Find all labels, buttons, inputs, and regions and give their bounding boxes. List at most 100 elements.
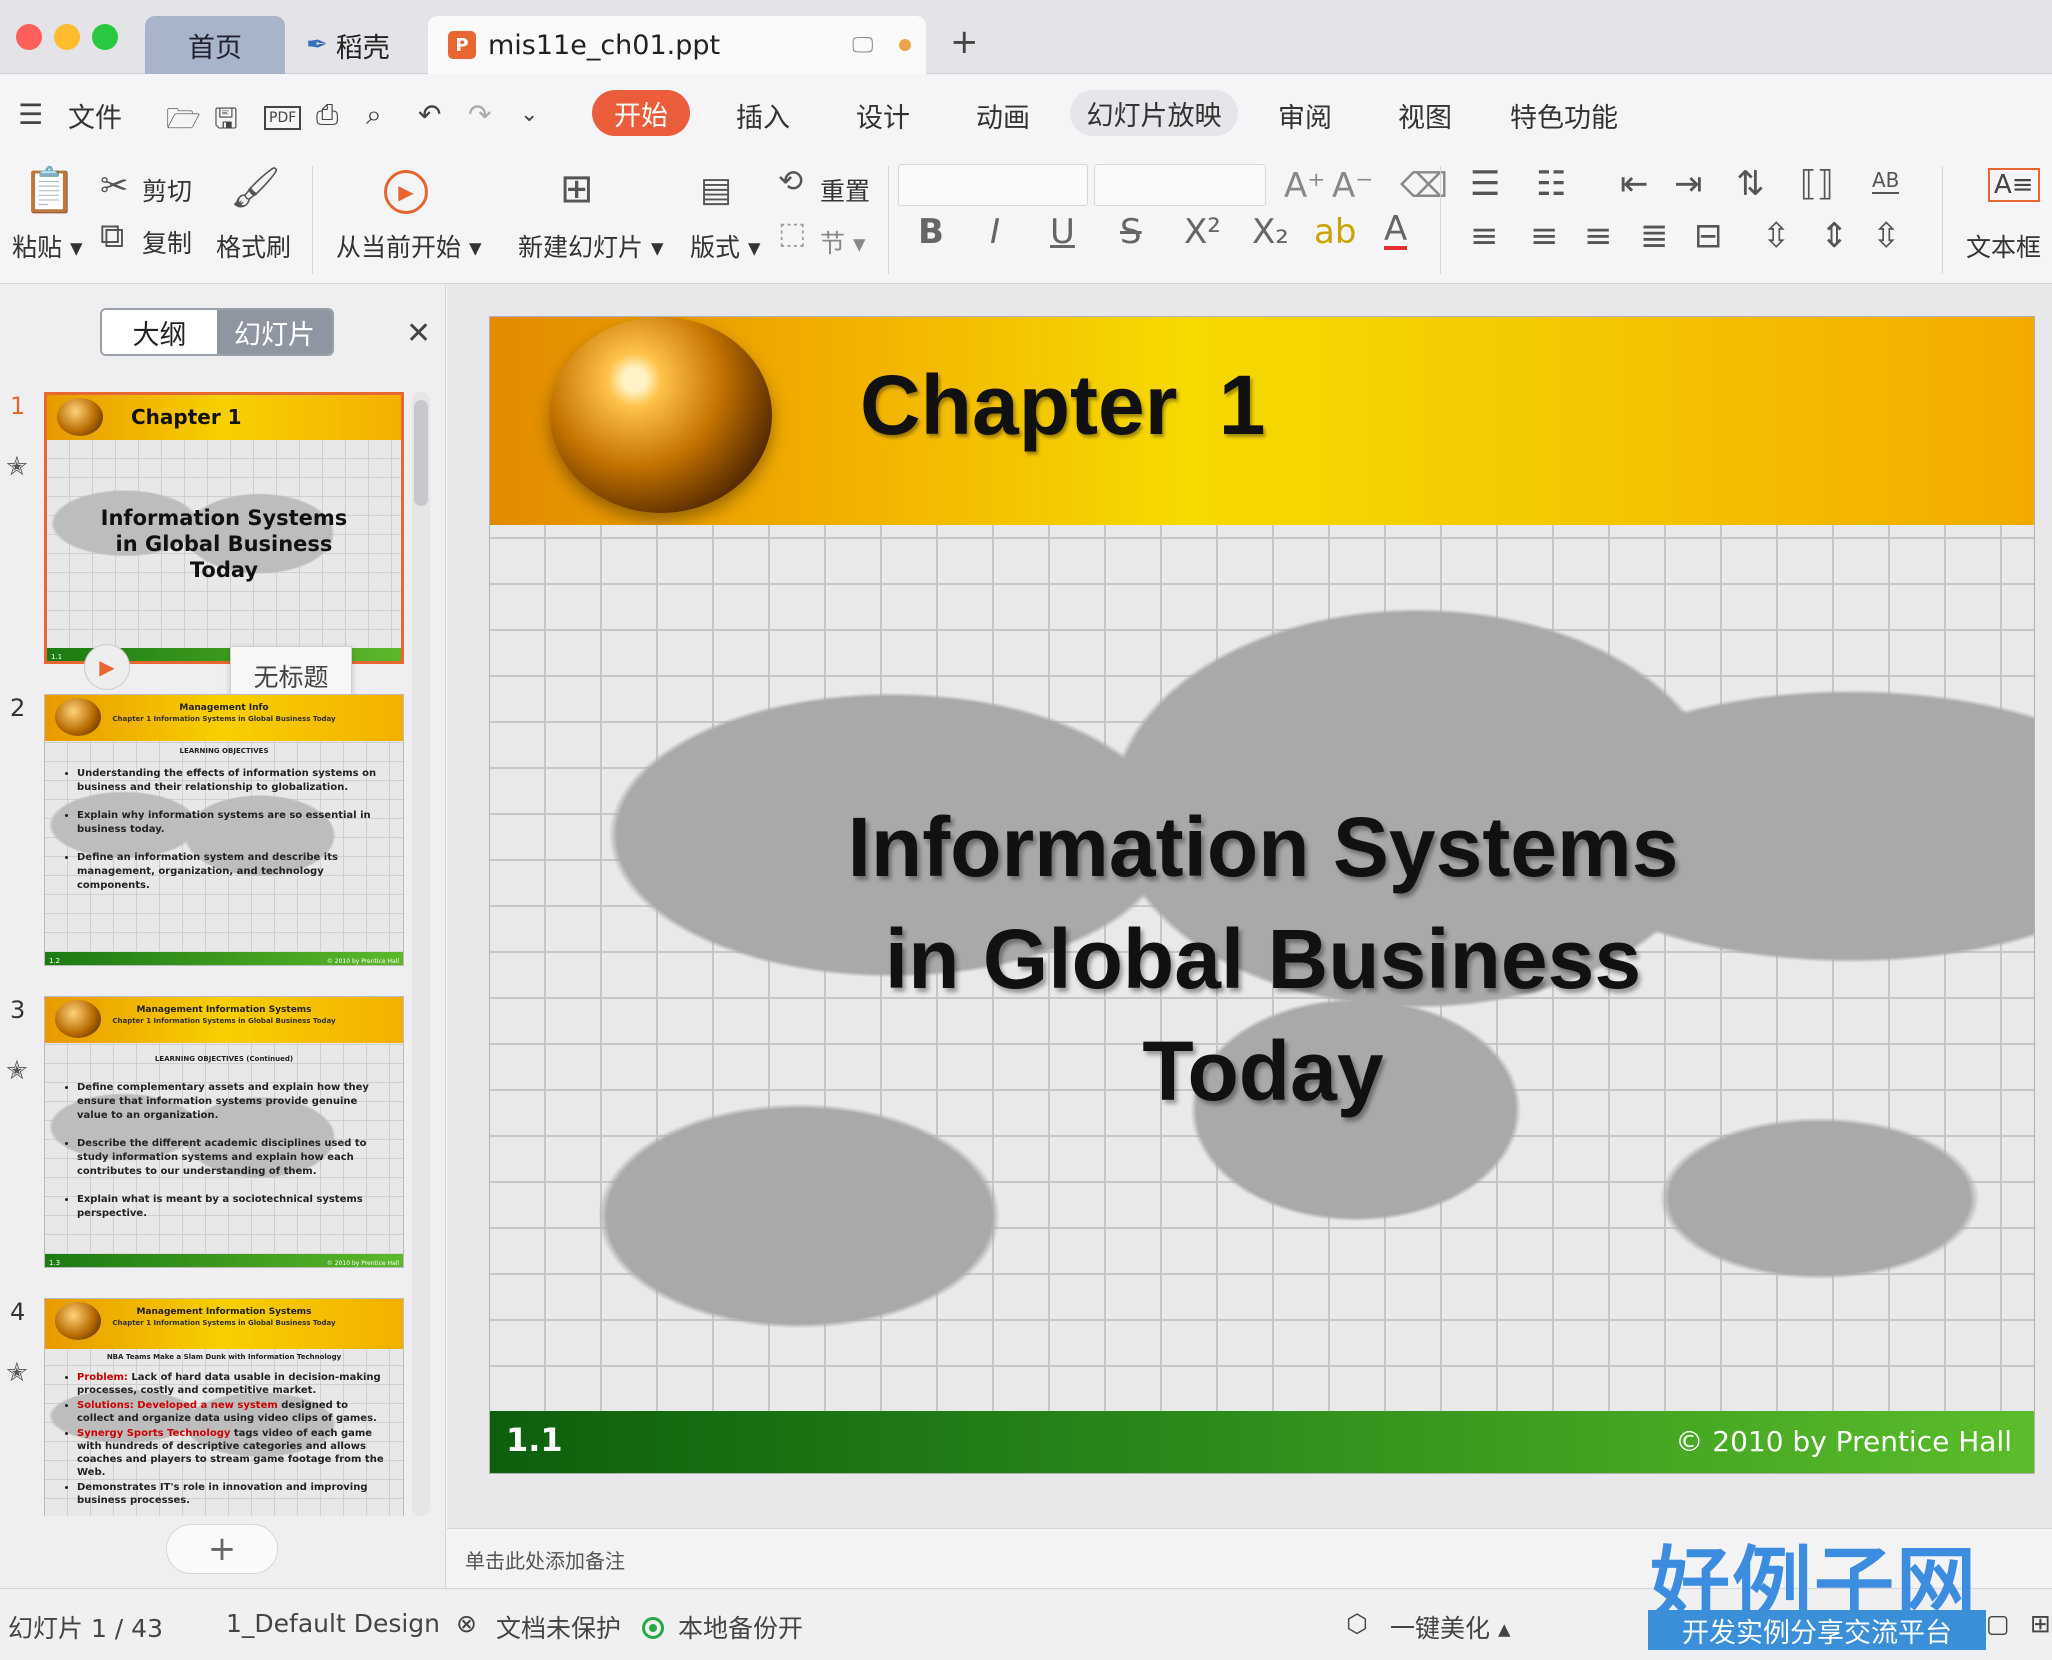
layout-icon[interactable]: ▤ [700,170,732,210]
customize-dropdown-icon[interactable]: ⌄ [520,102,538,127]
slide-title[interactable]: Chapter 1 [860,357,1265,454]
char-spacing-icon[interactable]: AB [1872,168,1900,194]
font-color-icon[interactable]: A [1384,212,1408,250]
align-right-icon[interactable]: ≡ [1584,216,1613,256]
thumb-section-title: NBA Teams Make a Slam Dunk with Informat… [106,1353,342,1361]
font-family-select[interactable] [898,164,1088,206]
new-slide-icon[interactable]: ⊞ [560,166,594,212]
play-from-current-icon[interactable]: ▶ [384,170,428,214]
tab-home[interactable]: 首页 [145,16,285,74]
reset-icon[interactable]: ⟲ [778,164,803,199]
panel-scrollbar-track[interactable] [412,392,430,1516]
slide-thumbnail-3[interactable]: Management Information Systems Chapter 1… [44,996,404,1268]
bullets-icon[interactable]: ☰ [1470,164,1500,204]
menu-start[interactable]: 开始 [592,90,690,136]
shrink-font-icon[interactable]: A⁻ [1332,166,1373,206]
paragraph-spacing-icon[interactable]: ⇕ [1820,216,1849,256]
copy-button[interactable]: 复制 [142,224,192,260]
zoom-window-button[interactable] [92,24,118,50]
outline-view-button[interactable]: 大纲 [102,310,217,354]
format-painter-button[interactable]: 格式刷 [216,228,291,264]
section-icon[interactable]: ⬚ [778,216,806,251]
distribute-icon[interactable]: ⊟ [1694,216,1723,256]
slide-thumbnail-1[interactable]: Chapter 1 Information Systems in Global … [44,392,404,664]
play-from-current-button[interactable]: 从当前开始 ▾ [336,228,482,264]
menu-animation[interactable]: 动画 [976,96,1030,135]
cut-button[interactable]: 剪切 [142,172,192,208]
justify-icon[interactable]: ≣ [1640,216,1669,256]
status-protect[interactable]: 文档未保护 [496,1609,621,1645]
spacing-options-icon[interactable]: ⇳ [1872,216,1901,256]
paste-icon[interactable]: 📋 [22,164,77,216]
title-bar: 首页 ✒ 稻壳 P mis11e_ch01.ppt 🖵 + [0,0,2052,74]
slide-thumbnail-4[interactable]: Management Information Systems Chapter 1… [44,1298,404,1516]
menu-view[interactable]: 视图 [1398,96,1452,135]
strikethrough-icon[interactable]: S [1120,212,1142,252]
redo-icon[interactable]: ↷ [468,98,491,131]
textbox-button[interactable]: 文本框 [1966,228,2041,264]
beautify-button[interactable]: 一键美化 ▴ [1390,1609,1511,1645]
panel-scrollbar-thumb[interactable] [414,400,428,506]
underline-icon[interactable]: U [1050,212,1075,252]
ppt-file-icon: P [448,31,476,59]
cut-icon[interactable]: ✂ [100,166,129,206]
open-folder-icon[interactable]: 🗁 [166,98,201,146]
export-pdf-icon[interactable]: PDF [264,106,302,130]
paste-button[interactable]: 粘贴 ▾ [12,228,83,264]
line-spacing-icon[interactable]: ⇳ [1762,216,1791,256]
superscript-icon[interactable]: X² [1184,212,1221,252]
slides-view-button[interactable]: 幻灯片 [217,310,332,354]
format-painter-icon[interactable]: 🖌 [230,164,281,211]
close-window-button[interactable] [16,24,42,50]
menu-file[interactable]: 文件 [68,96,122,135]
tab-document[interactable]: P mis11e_ch01.ppt 🖵 [428,16,926,74]
hamburger-menu-icon[interactable]: ☰ [18,98,43,131]
undo-icon[interactable]: ↶ [418,98,441,131]
ribbon-toolbar: 📋 粘贴 ▾ ✂ 剪切 ⧉ 复制 🖌 格式刷 ▶ 从当前开始 ▾ ⊞ 新建幻灯片… [0,156,2052,284]
menu-insert[interactable]: 插入 [736,96,790,135]
font-size-select[interactable] [1094,164,1266,206]
globe-icon [57,398,103,436]
increase-indent-icon[interactable]: ⇥ [1674,164,1703,204]
menu-slideshow[interactable]: 幻灯片放映 [1070,90,1238,136]
normal-view-icon[interactable]: ▢ [1986,1609,2010,1638]
align-center-icon[interactable]: ≡ [1530,216,1559,256]
section-button[interactable]: 节 ▾ [820,224,866,260]
slide-thumbnail-2[interactable]: Management Info Chapter 1 Information Sy… [44,694,404,966]
minimize-window-button[interactable] [54,24,80,50]
new-slide-button[interactable]: 新建幻灯片 ▾ [518,228,664,264]
line-spacing-select-icon[interactable]: ⟦⟧ [1800,164,1834,204]
highlight-icon[interactable]: ab [1314,212,1356,252]
copy-icon[interactable]: ⧉ [100,216,124,256]
reset-button[interactable]: 重置 [820,172,870,208]
beautify-icon: ⬡ [1346,1609,1368,1638]
tab-daoke[interactable]: ✒ 稻壳 [300,16,420,74]
print-preview-icon[interactable]: ⌕ [366,98,382,132]
menu-design[interactable]: 设计 [856,96,910,135]
monitor-icon[interactable]: 🖵 [852,33,873,58]
add-slide-button[interactable]: + [166,1524,278,1574]
subscript-icon[interactable]: X₂ [1252,212,1289,252]
thumb-subheader: Chapter 1 Information Systems in Global … [112,1319,336,1327]
numbering-icon[interactable]: ☷ [1536,164,1566,204]
menu-special[interactable]: 特色功能 [1510,96,1618,135]
sorter-view-icon[interactable]: ⊞ [2030,1609,2051,1638]
decrease-indent-icon[interactable]: ⇤ [1620,164,1649,204]
bold-icon[interactable]: B [918,212,944,252]
current-slide[interactable]: Chapter 1 Information Systems in Global … [489,316,2035,1474]
grow-font-icon[interactable]: A⁺ [1284,166,1325,206]
new-tab-button[interactable]: + [950,22,979,62]
align-left-icon[interactable]: ≡ [1470,216,1499,256]
print-icon[interactable]: ⎙ [316,98,338,132]
status-design-name[interactable]: 1_Default Design [226,1609,440,1638]
slide-subtitle[interactable]: Information Systems in Global Business T… [490,791,2034,1127]
close-panel-icon[interactable]: ✕ [406,316,431,351]
layout-button[interactable]: 版式 ▾ [690,228,761,264]
italic-icon[interactable]: I [990,212,1000,252]
status-backup[interactable]: 本地备份开 [678,1609,803,1645]
save-icon[interactable]: 🖫 [214,98,238,146]
play-slide-icon[interactable]: ▶ [84,644,130,690]
text-direction-icon[interactable]: ⇅ [1736,164,1765,204]
textbox-icon[interactable]: A≡ [1988,168,2040,202]
menu-review[interactable]: 审阅 [1278,96,1332,135]
